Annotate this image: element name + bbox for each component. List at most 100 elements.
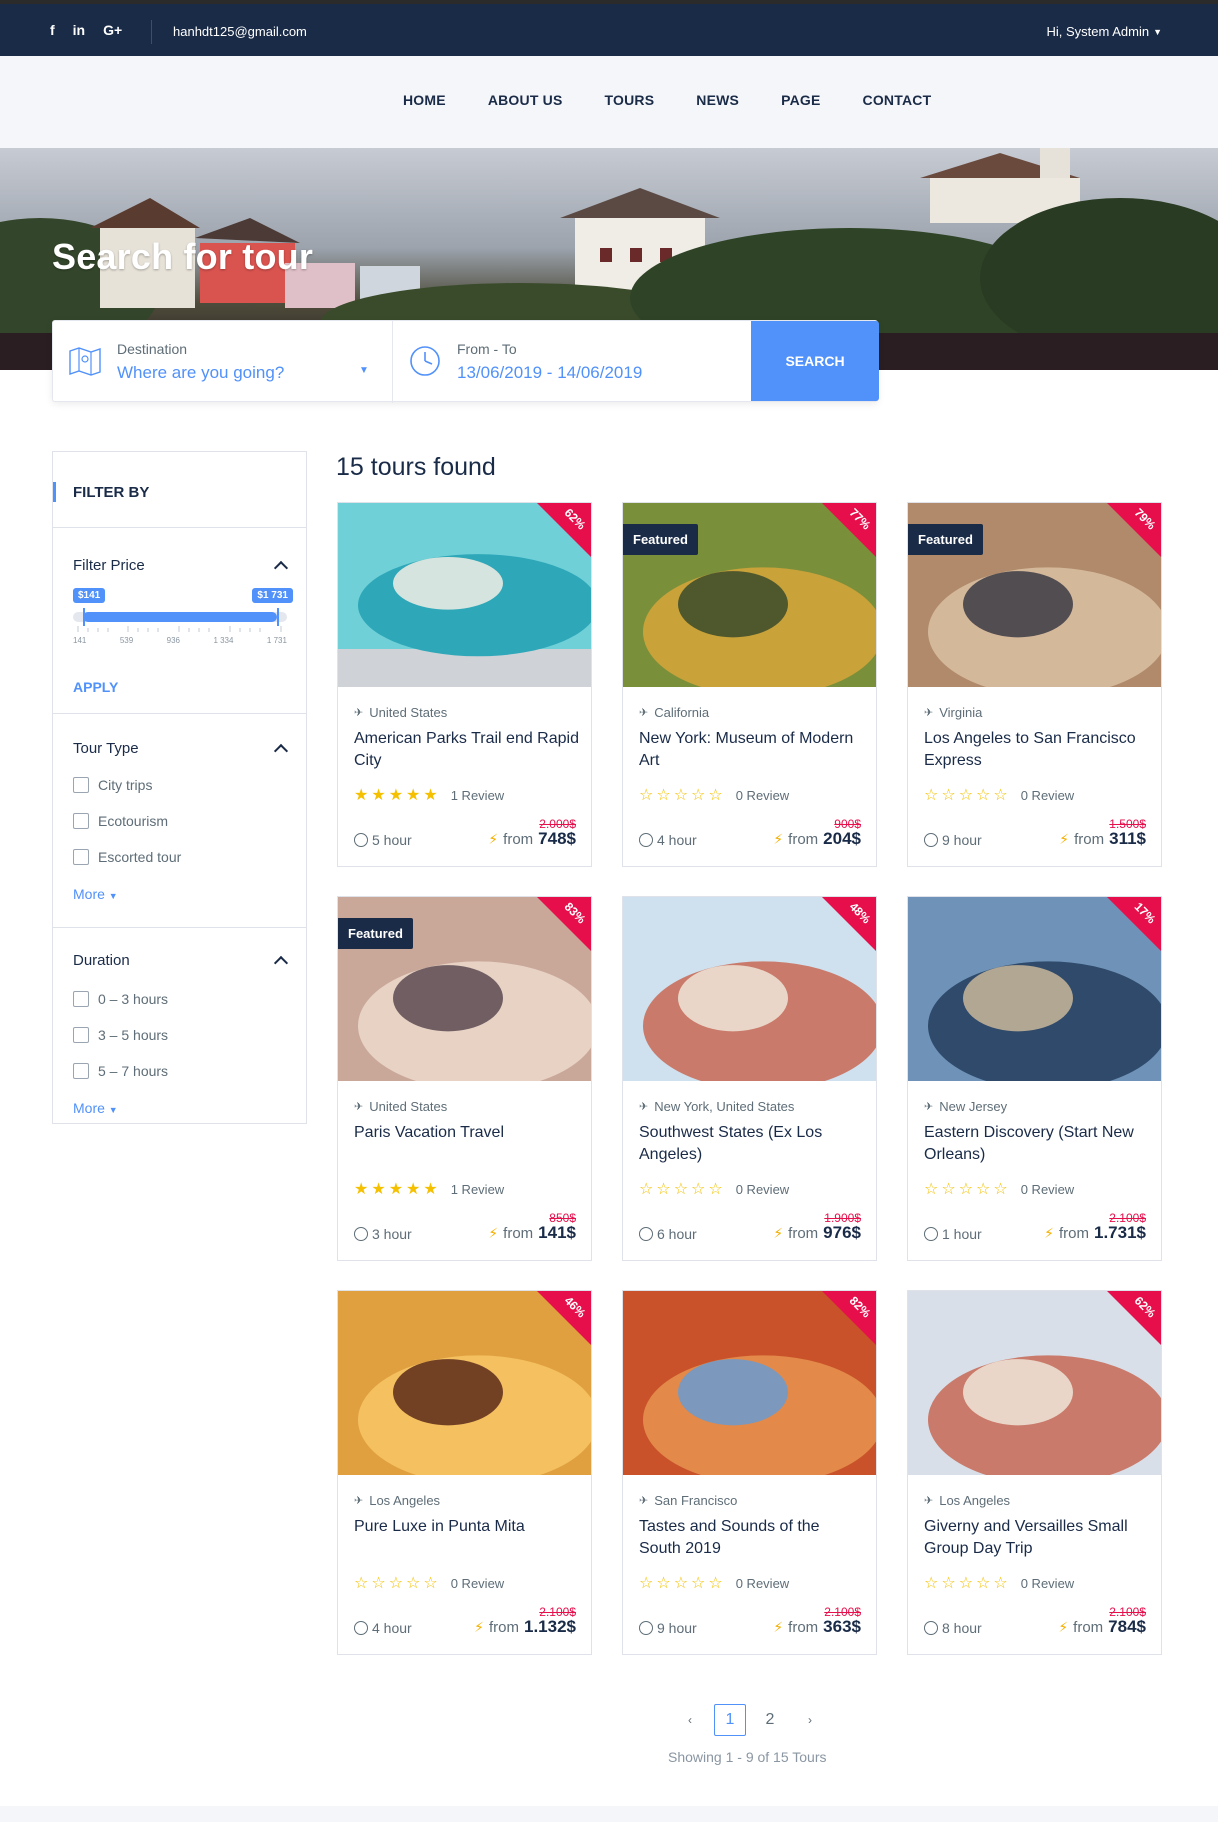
checkbox[interactable] xyxy=(73,1027,89,1043)
discount-ribbon xyxy=(1106,1291,1161,1346)
tour-image[interactable]: 62% xyxy=(338,503,591,687)
tour-image[interactable]: 46% xyxy=(338,1291,591,1475)
tour-type-option[interactable]: Ecotourism xyxy=(73,813,168,829)
nav-tours[interactable]: TOURS xyxy=(605,92,655,108)
tour-type-option[interactable]: City trips xyxy=(73,777,152,793)
star-icon: ☆ xyxy=(976,1575,991,1592)
star-icon: ☆ xyxy=(976,1181,991,1198)
duration-option[interactable]: 3 – 5 hours xyxy=(73,1027,168,1043)
duration-option[interactable]: 5 – 7 hours xyxy=(73,1063,168,1079)
tour-image[interactable]: 62% xyxy=(908,1291,1161,1475)
tour-image[interactable]: 48% xyxy=(623,897,876,1081)
star-icon: ☆ xyxy=(691,787,706,804)
star-icon: ☆ xyxy=(924,1575,939,1592)
tour-image[interactable]: 82% xyxy=(623,1291,876,1475)
nav-page[interactable]: PAGE xyxy=(781,92,820,108)
tour-title[interactable]: Eastern Discovery (Start New Orleans) xyxy=(924,1122,1149,1166)
results-count: 15 tours found xyxy=(336,453,496,481)
star-icon: ☆ xyxy=(708,787,723,804)
tour-price: ⚡ from 141$ xyxy=(488,1223,576,1243)
checkbox[interactable] xyxy=(73,777,89,793)
tour-card[interactable]: 17% ✈ New Jersey Eastern Discovery (Start N… xyxy=(907,896,1162,1261)
review-count: 0 Review xyxy=(450,1575,505,1591)
option-label: 3 – 5 hours xyxy=(98,1027,169,1043)
destination-input[interactable]: Where are you going? xyxy=(117,363,284,383)
lightning-icon: ⚡ xyxy=(1044,1225,1054,1241)
chevron-up-icon[interactable] xyxy=(273,955,289,971)
review-count: 0 Review xyxy=(735,1181,790,1197)
tour-title[interactable]: Tastes and Sounds of the South 2019 xyxy=(639,1516,864,1560)
page-2-button[interactable]: 2 xyxy=(754,1704,786,1736)
slider-track[interactable] xyxy=(73,612,287,622)
facebook-icon[interactable]: f xyxy=(50,22,55,38)
nav-home[interactable]: HOME xyxy=(403,92,446,108)
tour-rating: ★ ★ ★ ★ ★ 1 Review xyxy=(354,1179,504,1199)
chevron-up-icon[interactable] xyxy=(273,560,289,576)
star-icon: ★ xyxy=(371,1181,386,1198)
duration-option[interactable]: 0 – 3 hours xyxy=(73,991,168,1007)
caret-down-icon[interactable]: ▼ xyxy=(359,365,369,376)
clock-icon xyxy=(354,1227,368,1241)
star-icon: ★ xyxy=(388,1181,404,1198)
review-count: 0 Review xyxy=(735,1575,790,1591)
star-icon: ☆ xyxy=(993,1181,1008,1198)
tour-title[interactable]: Pure Luxe in Punta Mita xyxy=(354,1516,579,1538)
user-menu[interactable]: Hi, System Admin ▼ xyxy=(1046,24,1162,39)
tour-card[interactable]: 62% ✈ Los Angeles Giverny and Versailles Sm… xyxy=(907,1290,1162,1655)
tour-card[interactable]: 62% ✈ United States American Parks Trail en… xyxy=(337,502,592,867)
clock-icon xyxy=(924,833,938,847)
tour-image[interactable]: 17% xyxy=(908,897,1161,1081)
chevron-up-icon[interactable] xyxy=(273,743,289,759)
option-label: City trips xyxy=(98,777,153,793)
checkbox[interactable] xyxy=(73,813,89,829)
linkedin-icon[interactable]: in xyxy=(73,22,85,38)
nav-about-us[interactable]: ABOUT US xyxy=(488,92,563,108)
tour-image[interactable]: Featured 77% xyxy=(623,503,876,687)
tour-price: ⚡ from 976$ xyxy=(773,1223,861,1243)
tour-title[interactable]: Paris Vacation Travel xyxy=(354,1122,579,1144)
tour-card[interactable]: Featured 79% ✈ Virginia Los Angeles to San F… xyxy=(907,502,1162,867)
slider-handle-max[interactable] xyxy=(277,608,279,626)
nav-news[interactable]: NEWS xyxy=(696,92,739,108)
date-range-field[interactable]: From - To 13/06/2019 - 14/06/2019 xyxy=(393,321,751,403)
checkbox[interactable] xyxy=(73,991,89,1007)
tour-title[interactable]: American Parks Trail end Rapid City xyxy=(354,728,579,772)
tour-card[interactable]: 46% ✈ Los Angeles Pure Luxe in Punta Mita ☆ ☆… xyxy=(337,1290,592,1655)
sale-price: 1.132$ xyxy=(524,1617,576,1636)
tour-location: ✈ New Jersey xyxy=(924,1099,1007,1114)
tour-card[interactable]: 82% ✈ San Francisco Tastes and Sounds of th… xyxy=(622,1290,877,1655)
contact-email[interactable]: hanhdt125@gmail.com xyxy=(173,24,307,39)
clock-icon xyxy=(410,346,440,376)
google-plus-icon[interactable]: G+ xyxy=(103,22,122,38)
tour-image[interactable]: Featured 79% xyxy=(908,503,1161,687)
tour-title[interactable]: Southwest States (Ex Los Angeles) xyxy=(639,1122,864,1166)
location-text: Virginia xyxy=(939,705,983,720)
nav-contact[interactable]: CONTACT xyxy=(863,92,932,108)
next-page-button[interactable]: › xyxy=(794,1704,826,1736)
tour-search-form: Destination Where are you going? ▼ From … xyxy=(52,320,879,403)
apply-price-button[interactable]: APPLY xyxy=(73,679,118,695)
clock-icon xyxy=(639,1227,653,1241)
tour-title[interactable]: Los Angeles to San Francisco Express xyxy=(924,728,1149,772)
slider-handle-min[interactable] xyxy=(83,608,85,626)
page-1-button[interactable]: 1 xyxy=(714,1704,746,1736)
destination-field[interactable]: Destination Where are you going? ▼ xyxy=(53,321,393,403)
checkbox[interactable] xyxy=(73,849,89,865)
checkbox[interactable] xyxy=(73,1063,89,1079)
date-range-input[interactable]: 13/06/2019 - 14/06/2019 xyxy=(457,363,642,383)
tour-duration: 5 hour xyxy=(354,832,412,848)
tour-type-option[interactable]: Escorted tour xyxy=(73,849,181,865)
tour-title[interactable]: Giverny and Versailles Small Group Day T… xyxy=(924,1516,1149,1560)
tour-duration: 4 hour xyxy=(354,1620,412,1636)
user-greeting: Hi, System Admin xyxy=(1046,24,1150,39)
tour-title[interactable]: New York: Museum of Modern Art xyxy=(639,728,864,772)
duration-more-link[interactable]: More ▼ xyxy=(73,1100,118,1116)
tour-type-more-link[interactable]: More ▼ xyxy=(73,886,118,902)
tour-card[interactable]: Featured 77% ✈ California New York: Museum o… xyxy=(622,502,877,867)
tour-image[interactable]: Featured 83% xyxy=(338,897,591,1081)
search-button[interactable]: SEARCH xyxy=(751,321,879,401)
prev-page-button[interactable]: ‹ xyxy=(674,1704,706,1736)
star-icon: ☆ xyxy=(639,1575,654,1592)
tour-card[interactable]: Featured 83% ✈ United States Paris Vacation … xyxy=(337,896,592,1261)
tour-card[interactable]: 48% ✈ New York, United States Southwest Sta… xyxy=(622,896,877,1261)
